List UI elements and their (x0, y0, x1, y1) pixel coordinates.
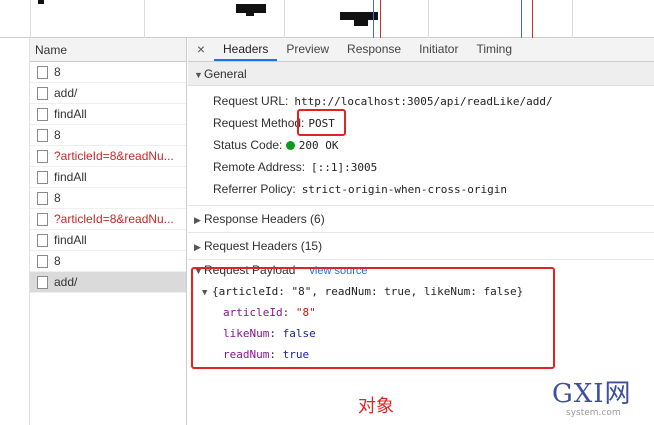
request-row[interactable]: findAll (30, 104, 186, 125)
file-icon (37, 191, 48, 205)
request-method-row: Request Method: POST (188, 112, 654, 134)
file-icon (37, 212, 48, 226)
request-rows: 8 add/findAll 8 ?articleId=8&readNu... findA… (30, 62, 186, 293)
tab-headers[interactable]: Headers (214, 38, 278, 61)
timeline-bar (246, 12, 254, 16)
timeline-gridline (284, 0, 285, 38)
timeline-gridline (144, 0, 145, 38)
close-icon[interactable]: × (188, 38, 214, 61)
tab-timing[interactable]: Timing (467, 38, 521, 61)
request-list: Name 8 add/findAll 8 ?articleId=8&readNu...… (30, 38, 187, 425)
timeline-gridline (30, 0, 31, 38)
status-ok-icon (285, 141, 295, 150)
request-row[interactable]: 8 (30, 251, 186, 272)
request-row[interactable]: findAll (30, 230, 186, 251)
remote-address-label: Remote Address: (213, 160, 306, 174)
request-row[interactable]: 8 (30, 188, 186, 209)
general-section-title: General (204, 67, 247, 81)
timeline-gridline (428, 0, 429, 38)
left-gutter (0, 38, 30, 425)
request-row[interactable]: ?articleId=8&readNu... (30, 209, 186, 230)
request-name: add/ (54, 274, 78, 289)
annotation-label: 对象 (358, 396, 394, 417)
file-icon (37, 128, 48, 142)
load-line (532, 0, 533, 38)
request-name: findAll (54, 169, 87, 184)
triangle-down-icon: ▼ (194, 70, 203, 80)
dom-content-loaded-line (521, 0, 522, 38)
tab-initiator[interactable]: Initiator (410, 38, 467, 61)
request-url-value: http://localhost:3005/api/readLike/add/ (294, 95, 553, 108)
tab-response[interactable]: Response (338, 38, 410, 61)
load-line (380, 0, 381, 38)
general-section-toggle[interactable]: ▼General (188, 62, 654, 86)
payload-highlight-box (191, 267, 555, 369)
referrer-policy-label: Referrer Policy: (213, 182, 296, 196)
request-row[interactable]: ?articleId=8&readNu... (30, 146, 186, 167)
request-row[interactable]: add/ (30, 272, 186, 293)
waterfall-timeline (0, 0, 654, 38)
request-name: findAll (54, 106, 87, 121)
request-headers-title: Request Headers (15) (204, 239, 323, 253)
dom-content-loaded-line (373, 0, 374, 38)
request-row[interactable]: 8 (30, 62, 186, 83)
name-column-header[interactable]: Name (30, 38, 186, 62)
method-highlight-box (297, 109, 346, 136)
request-row[interactable]: 8 (30, 125, 186, 146)
request-row[interactable]: findAll (30, 167, 186, 188)
details-tabs: × Headers Preview Response Initiator Tim… (188, 38, 654, 62)
referrer-policy-row: Referrer Policy: strict-origin-when-cross… (188, 178, 654, 200)
request-method-label: Request Method: (213, 116, 305, 130)
request-name: ?articleId=8&readNu... (54, 148, 174, 163)
timeline-bar (38, 0, 44, 4)
request-name: 8 (54, 64, 61, 79)
request-name: 8 (54, 253, 61, 268)
file-icon (37, 275, 48, 289)
status-code-label: Status Code: (213, 138, 283, 152)
watermark-top-text: GXI网 (552, 379, 632, 409)
remote-address-row: Remote Address: [::1]:3005 (188, 156, 654, 178)
file-icon (37, 149, 48, 163)
request-url-row: Request URL: http://localhost:3005/api/re… (188, 90, 654, 112)
timeline-gridline (572, 0, 573, 38)
request-name: add/ (54, 85, 78, 100)
file-icon (37, 233, 48, 247)
file-icon (37, 170, 48, 184)
request-row[interactable]: add/ (30, 83, 186, 104)
remote-address-value: [::1]:3005 (311, 161, 378, 174)
triangle-right-icon: ▶ (194, 242, 201, 252)
file-icon (37, 65, 48, 79)
status-code-row: Status Code: 200 OK (188, 134, 654, 156)
request-url-label: Request URL: (213, 94, 289, 108)
site-watermark-logo: GXI网 system.com (552, 380, 650, 420)
request-name: ?articleId=8&readNu... (54, 211, 174, 226)
file-icon (37, 86, 48, 100)
file-icon (37, 254, 48, 268)
request-name: 8 (54, 127, 61, 142)
request-name: findAll (54, 232, 87, 247)
response-headers-toggle[interactable]: ▶ Response Headers (6) (188, 206, 654, 232)
referrer-policy-value: strict-origin-when-cross-origin (301, 183, 507, 196)
request-headers-toggle[interactable]: ▶ Request Headers (15) (188, 233, 654, 259)
tab-preview[interactable]: Preview (277, 38, 338, 61)
timeline-bar (354, 20, 368, 26)
response-headers-title: Response Headers (6) (204, 212, 325, 226)
status-code-value: 200 OK (298, 139, 339, 152)
request-name: 8 (54, 190, 61, 205)
watermark-bottom-text: system.com (566, 408, 621, 418)
triangle-right-icon: ▶ (194, 215, 201, 225)
file-icon (37, 107, 48, 121)
